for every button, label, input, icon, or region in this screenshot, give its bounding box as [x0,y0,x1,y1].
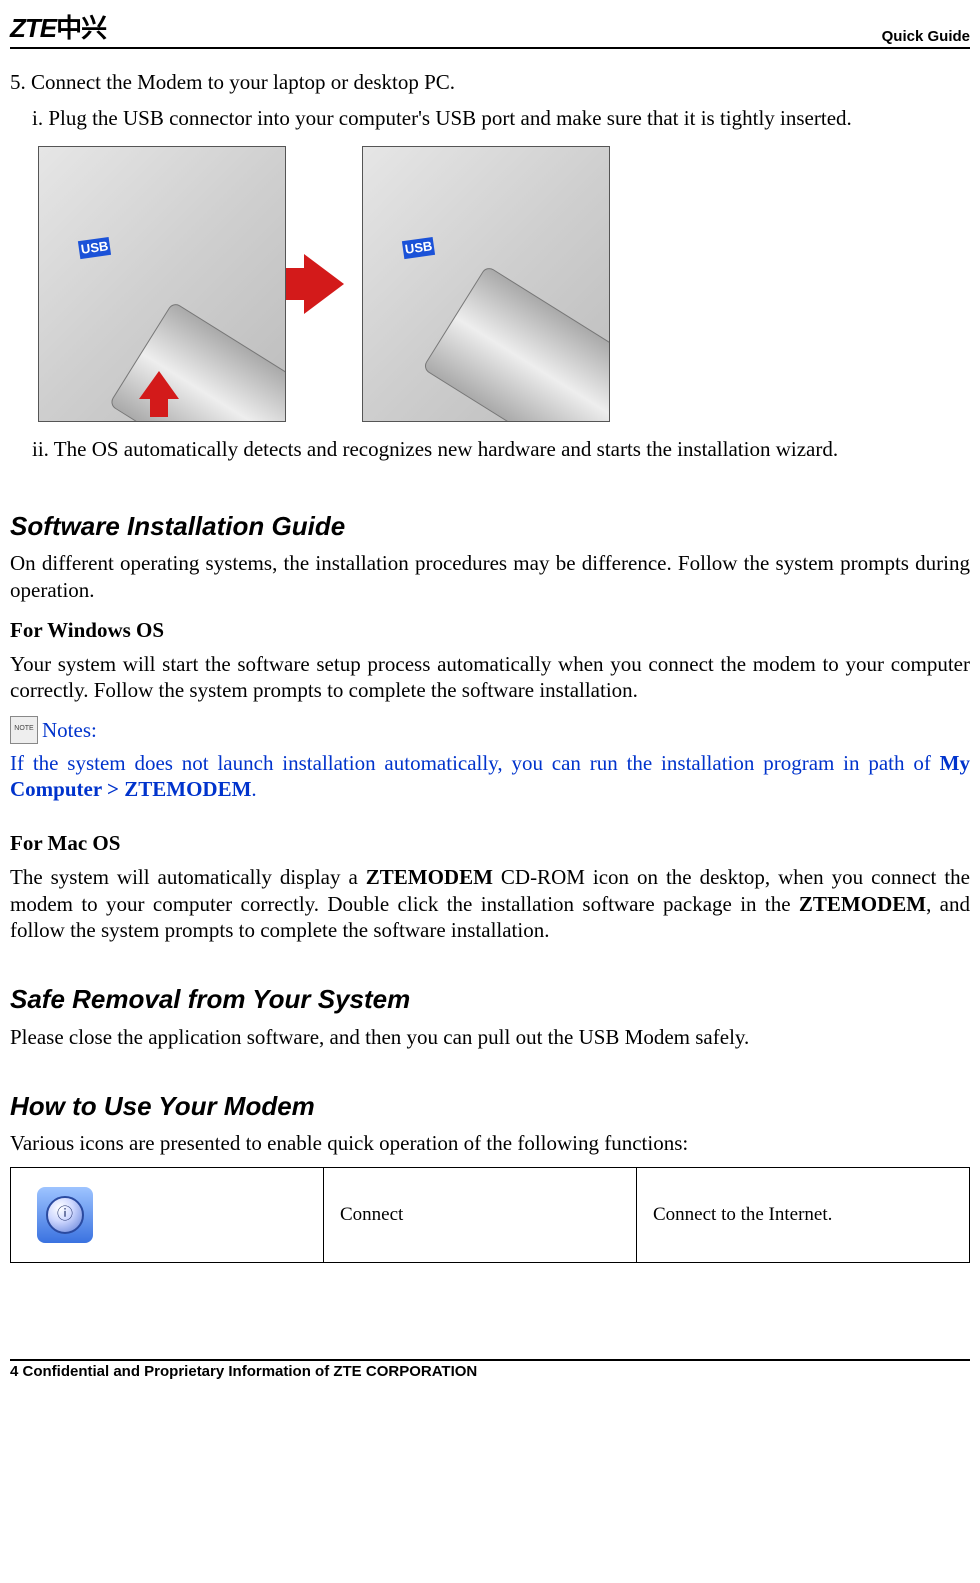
func-desc: Connect to the Internet. [637,1167,970,1262]
notes-row: Notes: [10,716,970,744]
notes-label: Notes: [42,717,97,743]
page-header: ZTE中兴 Quick Guide [10,8,970,49]
notes-text-a: If the system does not launch installati… [10,751,940,775]
step-5-ii: ii. The OS automatically detects and rec… [32,436,970,462]
connect-icon-inner: ⓘ [46,1196,84,1234]
install-intro: On different operating systems, the inst… [10,550,970,603]
figure-usb-insert: USB USB [38,146,970,422]
windows-body: Your system will start the software setu… [10,651,970,704]
notes-body: If the system does not launch installati… [10,750,970,803]
figure-usb-after: USB [362,146,610,422]
icon-cell: ⓘ [11,1167,324,1262]
usb-port-label-2: USB [402,236,436,258]
notes-text-b: . [251,777,256,801]
section-safe-title: Safe Removal from Your System [10,983,970,1016]
mac-body: The system will automatically display a … [10,864,970,943]
figure-usb-before: USB [38,146,286,422]
usb-port-label: USB [78,236,112,258]
step-5-i: i. Plug the USB connector into your comp… [32,105,970,131]
modem-shape-icon [108,301,286,422]
modem-shape-icon-2 [422,265,610,422]
footer-text: Confidential and Proprietary Information… [18,1363,477,1380]
page-content: 5. Connect the Modem to your laptop or d… [10,49,970,1381]
header-guide-label: Quick Guide [882,28,970,45]
connect-icon: ⓘ [37,1187,93,1243]
mac-a: The system will automatically display a [10,865,366,889]
mac-heading: For Mac OS [10,830,970,856]
table-row: ⓘ Connect Connect to the Internet. [11,1167,970,1262]
arrow-up-icon [139,371,179,399]
logo-cn: 中兴 [56,13,106,43]
safe-body: Please close the application software, a… [10,1024,970,1050]
function-table: ⓘ Connect Connect to the Internet. [10,1167,970,1263]
section-install-title: Software Installation Guide [10,510,970,543]
func-name: Connect [324,1167,637,1262]
windows-heading: For Windows OS [10,617,970,643]
mac-d: ZTEMODEM [799,892,926,916]
note-icon [10,716,38,744]
section-use-title: How to Use Your Modem [10,1090,970,1123]
logo-text: ZTE [10,13,56,43]
arrow-right-icon [304,254,344,314]
step-5: 5. Connect the Modem to your laptop or d… [10,69,970,95]
logo: ZTE中兴 [10,8,106,45]
use-intro: Various icons are presented to enable qu… [10,1130,970,1156]
mac-b: ZTEMODEM [366,865,493,889]
page-footer: 4 Confidential and Proprietary Informati… [10,1359,970,1382]
